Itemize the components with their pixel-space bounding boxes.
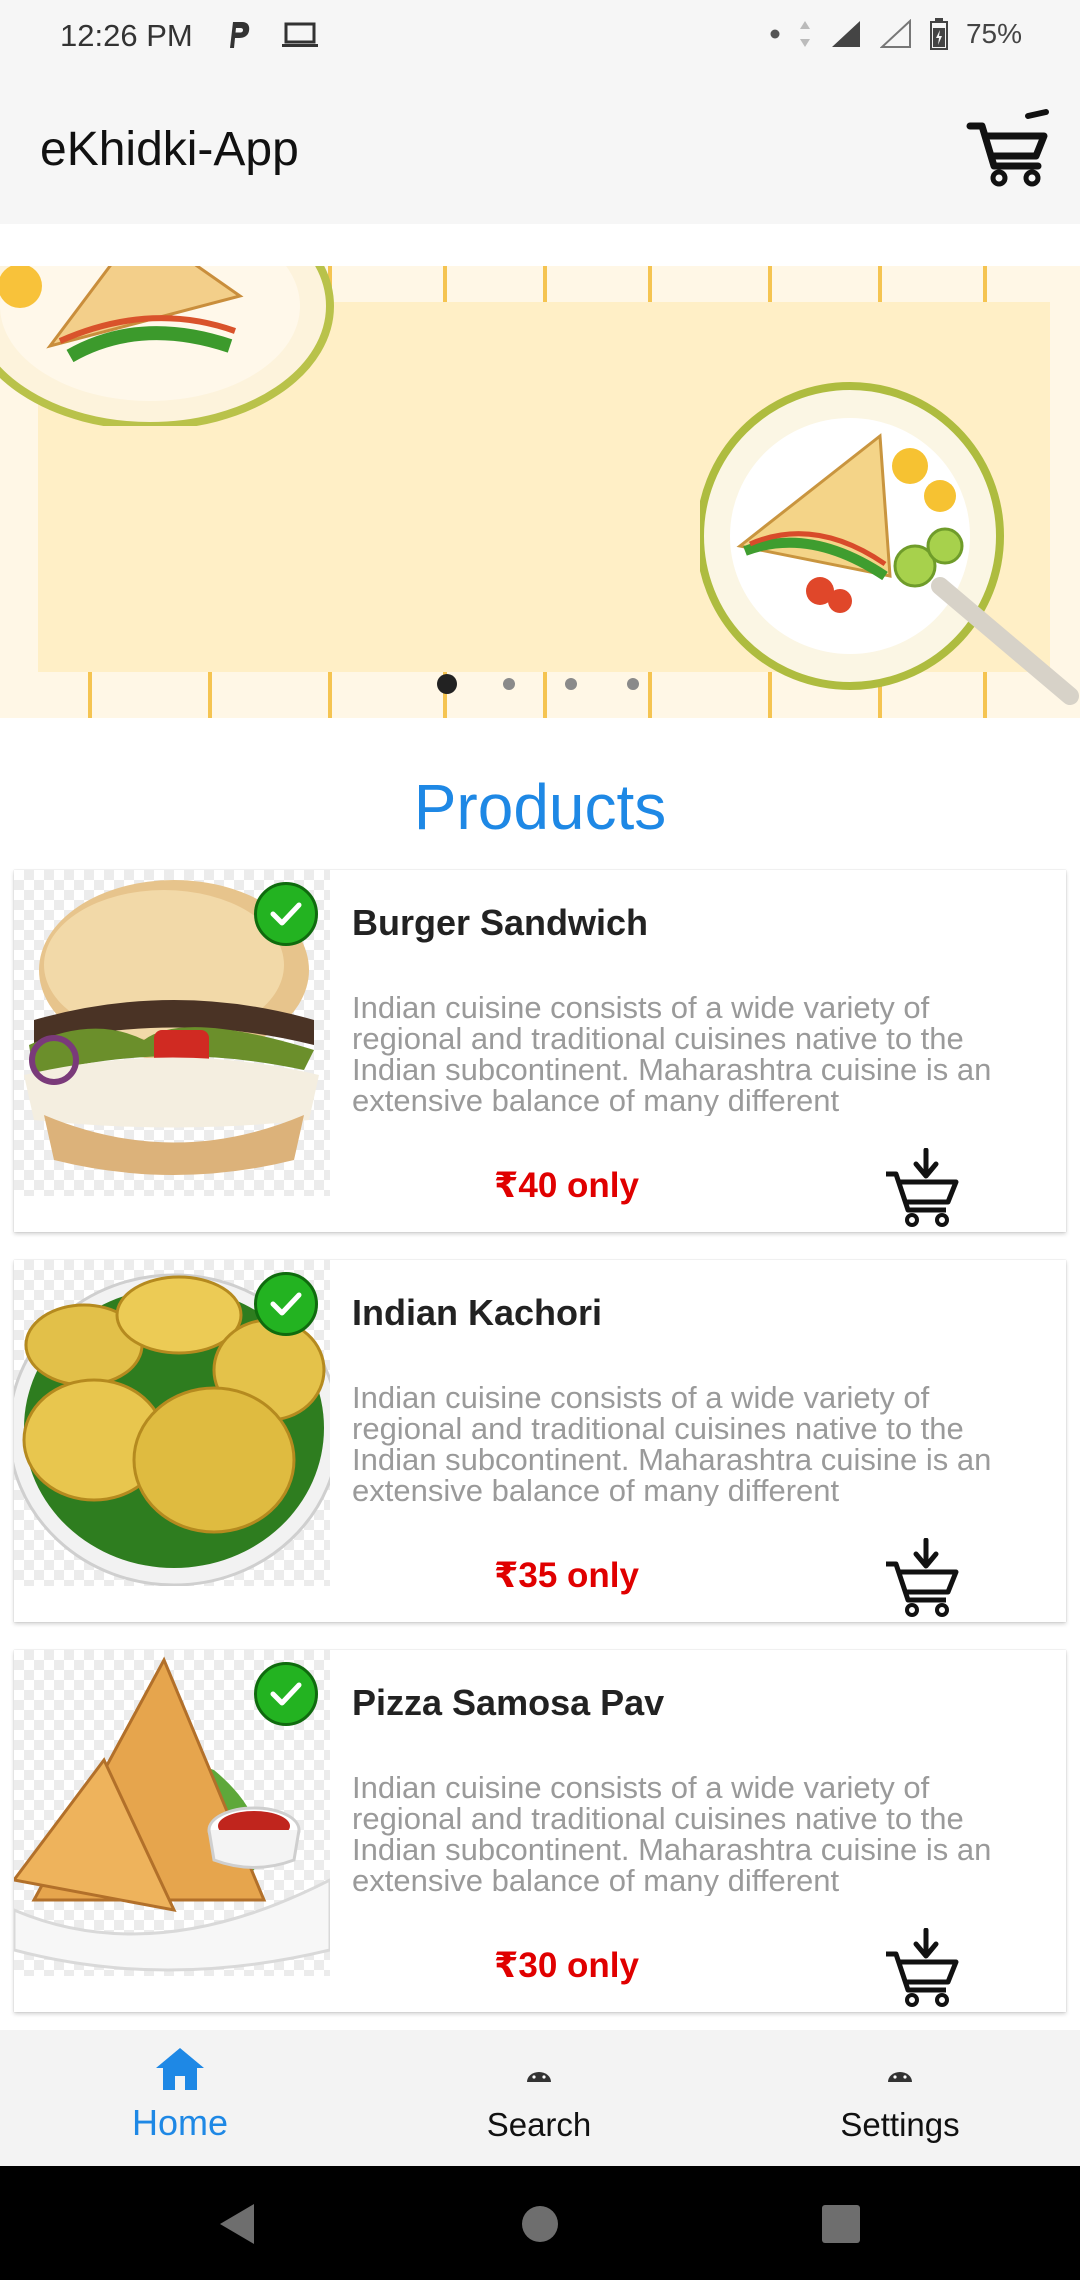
add-to-cart-icon [886,1927,959,2007]
nav-home[interactable]: Home [55,2030,305,2166]
signal-empty-icon [879,19,911,48]
product-name: Burger Sandwich [352,902,649,943]
available-check-icon [254,1272,318,1336]
product-price: ₹40 only [494,1166,639,1205]
battery-icon [929,18,948,50]
shopping-cart-icon [966,109,1049,187]
recents-icon[interactable] [822,2205,860,2243]
add-to-cart-button[interactable] [884,1927,960,2008]
app-bar: eKhidki-App [0,78,1080,224]
signal-icon [831,21,860,47]
nav-search[interactable]: Search [414,2030,664,2166]
product-price: ₹35 only [494,1556,639,1595]
banner-carousel[interactable] [0,266,1080,718]
plate-illustration-right [700,382,1079,705]
back-icon[interactable] [218,2202,258,2246]
plate-illustration-left [0,266,334,426]
home-circle-icon[interactable] [520,2204,560,2244]
carousel-dot-3[interactable] [565,678,577,690]
nav-search-label: Search [486,2106,592,2143]
product-name: Pizza Samosa Pav [352,1682,665,1723]
add-to-cart-icon [886,1147,959,1227]
product-name: Indian Kachori [352,1292,603,1333]
status-time: 12:26 PM [60,18,193,53]
laptop-icon [282,22,318,47]
system-navigation-bar [0,2166,1080,2280]
add-to-cart-button[interactable] [884,1537,960,1618]
product-card[interactable]: Burger Sandwich Indian cuisine consists … [14,870,1066,1232]
app-title: eKhidki-App [40,123,299,176]
product-description: Indian cuisine consists of a wide variet… [352,1772,992,1896]
products-heading: Products [413,771,667,843]
parking-icon [230,22,250,48]
carousel-dots [0,674,1080,702]
nav-settings-label: Settings [840,2106,960,2143]
nav-home-label: Home [131,2102,229,2143]
bottom-navigation: Home Search Settings [0,2030,1080,2166]
cart-button[interactable] [966,108,1052,188]
battery-percent: 75% [965,18,1022,49]
carousel-dot-1[interactable] [437,674,457,694]
status-bar: 12:26 PM 75% [0,0,1080,78]
available-check-icon [254,882,318,946]
home-icon [156,2048,204,2090]
product-card[interactable]: Pizza Samosa Pav Indian cuisine consists… [14,1650,1066,2012]
add-to-cart-icon [886,1537,959,1617]
android-icon [888,2072,912,2082]
data-arrows-icon [799,21,810,47]
product-price: ₹30 only [494,1946,639,1985]
available-check-icon [254,1662,318,1726]
product-description: Indian cuisine consists of a wide variet… [352,992,992,1116]
product-card[interactable]: Indian Kachori Indian cuisine consists o… [14,1260,1066,1622]
dot-icon [770,29,780,39]
carousel-dot-4[interactable] [627,678,639,690]
nav-settings[interactable]: Settings [775,2030,1025,2166]
add-to-cart-button[interactable] [884,1147,960,1228]
carousel-dot-2[interactable] [503,678,515,690]
product-description: Indian cuisine consists of a wide variet… [352,1382,992,1506]
android-icon [527,2072,551,2082]
